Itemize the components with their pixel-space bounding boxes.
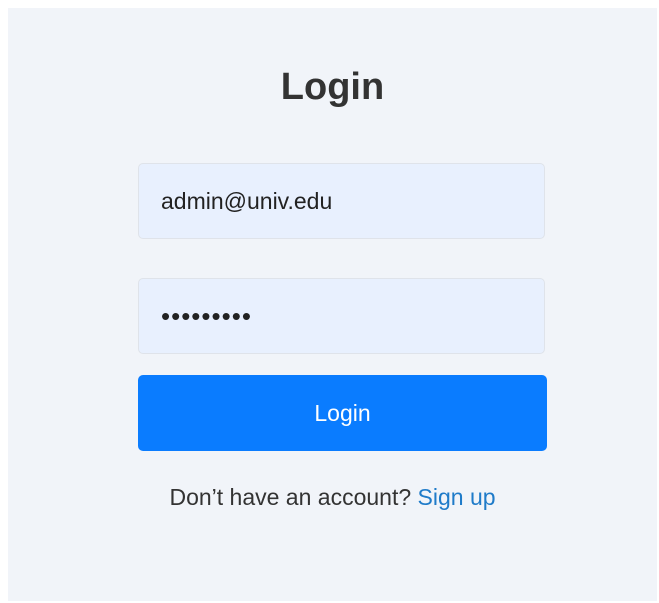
- signup-prompt: Don’t have an account?: [169, 484, 412, 510]
- signup-row: Don’t have an account? Sign up: [8, 484, 657, 511]
- login-button[interactable]: Login: [138, 375, 547, 451]
- password-field[interactable]: [138, 278, 545, 354]
- login-card: Login Login Don’t have an account? Sign …: [8, 8, 657, 601]
- signup-link[interactable]: Sign up: [418, 484, 496, 510]
- page-title: Login: [280, 66, 385, 108]
- email-field[interactable]: [138, 163, 545, 239]
